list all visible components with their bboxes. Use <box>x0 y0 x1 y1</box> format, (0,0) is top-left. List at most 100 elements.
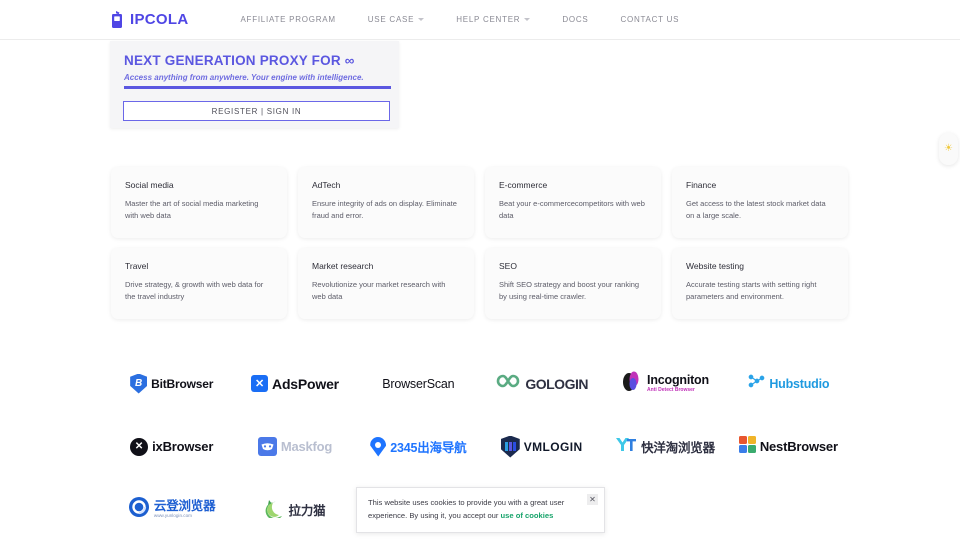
partner-label: Hubstudio <box>769 376 830 391</box>
card-title: Website testing <box>686 261 744 271</box>
partner-label: BrowserScan <box>382 376 455 391</box>
card-market-research[interactable]: Market research Revolutionize your marke… <box>298 248 474 319</box>
partner-subtext: www.yunlogin.com <box>153 513 192 519</box>
main-nav: AFFILIATE PROGRAM USE CASE HELP CENTER D… <box>224 15 695 24</box>
partner-label: AdsPower <box>272 375 339 392</box>
partner-kuaiyangtao[interactable]: 快洋淘浏览器 <box>603 436 726 458</box>
partner-2345[interactable]: 2345出海导航 <box>357 436 480 457</box>
partner-hubstudio[interactable]: Hubstudio <box>727 373 850 394</box>
partner-maskfog[interactable]: Maskfog <box>233 437 356 456</box>
use-case-card-grid: Social media Master the art of social me… <box>111 167 849 319</box>
partner-label: NestBrowser <box>759 439 838 454</box>
nav-item-use-case[interactable]: USE CASE <box>352 15 440 24</box>
hero-subtitle: Access anything from anywhere. Your engi… <box>124 73 364 82</box>
partner-label: GOLOGIN <box>525 375 588 392</box>
partner-ixbrowser[interactable]: ✕ ixBrowser <box>110 437 233 456</box>
page-root: IPCOLA AFFILIATE PROGRAM USE CASE HELP C… <box>0 0 960 540</box>
partner-adspower[interactable]: ✕ AdsPower <box>233 375 356 392</box>
nav-label: USE CASE <box>367 15 415 24</box>
nav-item-help-center[interactable]: HELP CENTER <box>440 15 546 24</box>
partner-row-2: ✕ ixBrowser Maskfog 2345出海导航 VMLOGIN 快洋淘… <box>110 415 850 478</box>
cola-can-icon <box>110 10 125 29</box>
site-header: IPCOLA AFFILIATE PROGRAM USE CASE HELP C… <box>0 0 960 40</box>
card-title: Social media <box>125 180 174 190</box>
card-description: Revolutionize your market research with … <box>312 280 446 301</box>
partner-label: 2345出海导航 <box>390 441 467 455</box>
card-title: Market research <box>312 261 374 271</box>
card-description: Ensure integrity of ads on display. Elim… <box>312 199 457 220</box>
partner-label: ixBrowser <box>152 439 214 454</box>
card-description: Beat your e-commercecompetitors with web… <box>499 199 645 220</box>
card-website-testing[interactable]: Website testing Accurate testing starts … <box>672 248 848 319</box>
nav-label: HELP CENTER <box>456 15 521 24</box>
partner-label: Maskfog <box>280 439 333 454</box>
nav-item-docs[interactable]: DOCS <box>546 15 604 24</box>
partner-label: 快洋淘浏览器 <box>641 441 715 455</box>
square-x-icon: ✕ <box>251 375 269 392</box>
infinity-icon <box>495 373 521 394</box>
register-signin-button[interactable]: REGISTER | SIGN IN <box>123 101 390 121</box>
card-travel[interactable]: Travel Drive strategy, & growth with web… <box>111 248 287 319</box>
card-title: SEO <box>499 261 517 271</box>
partner-incogniton[interactable]: Incogniton Anti Detect Browser <box>603 370 726 397</box>
nav-item-affiliate-program[interactable]: AFFILIATE PROGRAM <box>224 15 351 24</box>
partner-yunlogin[interactable]: 云登浏览器 www.yunlogin.com <box>110 496 233 523</box>
card-social-media[interactable]: Social media Master the art of social me… <box>111 167 287 238</box>
partner-label: BitBrowser <box>151 376 214 391</box>
nav-label: DOCS <box>562 15 589 24</box>
partner-row-1: B BitBrowser ✕ AdsPower BrowserScan GOLO… <box>110 352 850 415</box>
node-graph-icon <box>747 373 765 394</box>
card-seo[interactable]: SEO Shift SEO strategy and boost your ra… <box>485 248 661 319</box>
partner-label-stack: Incogniton Anti Detect Browser <box>647 374 709 394</box>
circle-swirl-icon <box>128 496 150 523</box>
chevron-down-icon <box>418 18 425 21</box>
yt-icon <box>615 436 637 458</box>
nav-label: AFFILIATE PROGRAM <box>240 15 336 24</box>
card-title: Travel <box>125 261 149 271</box>
hero-divider <box>124 86 391 89</box>
card-title: Finance <box>686 180 717 190</box>
partner-label: 拉力猫 <box>288 504 326 518</box>
partner-tagline: Anti Detect Browser <box>647 387 695 394</box>
chevron-down-icon <box>524 18 531 21</box>
card-description: Shift SEO strategy and boost your rankin… <box>499 280 640 301</box>
blocks-icon <box>738 435 756 458</box>
partner-nestbrowser[interactable]: NestBrowser <box>727 435 850 458</box>
partner-lalimao[interactable]: 拉力猫 <box>233 497 356 523</box>
cat-icon <box>265 497 285 523</box>
brand-name: IPCOLA <box>130 11 189 28</box>
card-description: Master the art of social media marketing… <box>125 199 259 220</box>
partner-bitbrowser[interactable]: B BitBrowser <box>110 373 233 394</box>
map-pin-icon <box>370 436 387 457</box>
partner-browserscan[interactable]: BrowserScan <box>357 377 480 391</box>
partner-label: 云登浏览器 <box>153 498 216 513</box>
card-title: AdTech <box>312 180 341 190</box>
partner-label-stack: 云登浏览器 www.yunlogin.com <box>154 500 216 519</box>
nav-label: CONTACT US <box>620 15 680 24</box>
brand-logo[interactable]: IPCOLA <box>110 10 189 29</box>
nav-item-contact-us[interactable]: CONTACT US <box>604 15 695 24</box>
close-icon[interactable]: ✕ <box>587 494 598 505</box>
card-description: Get access to the latest stock market da… <box>686 199 826 220</box>
sun-brightness-icon: ☀ <box>944 143 953 154</box>
brightness-toggle-widget[interactable]: ☀ <box>939 133 958 165</box>
use-of-cookies-link[interactable]: use of cookies <box>501 511 554 520</box>
mask-icon <box>257 437 277 456</box>
hero-content: NEXT GENERATION PROXY FOR ∞ Access anyth… <box>110 41 399 89</box>
cookie-message: This website uses cookies to provide you… <box>368 497 593 522</box>
circle-x-icon: ✕ <box>130 437 149 456</box>
partner-vmlogin[interactable]: VMLOGIN <box>480 435 603 458</box>
hero-banner: NEXT GENERATION PROXY FOR ∞ Access anyth… <box>110 41 399 128</box>
card-finance[interactable]: Finance Get access to the latest stock m… <box>672 167 848 238</box>
partner-gologin[interactable]: GOLOGIN <box>480 373 603 394</box>
card-description: Accurate testing starts with setting rig… <box>686 280 817 301</box>
card-title: E-commerce <box>499 180 548 190</box>
hero-title: NEXT GENERATION PROXY FOR ∞ <box>124 53 355 68</box>
card-e-commerce[interactable]: E-commerce Beat your e-commercecompetito… <box>485 167 661 238</box>
partner-label: Incogniton <box>647 372 709 387</box>
card-adtech[interactable]: AdTech Ensure integrity of ads on displa… <box>298 167 474 238</box>
partner-label: VMLOGIN <box>523 439 583 454</box>
shield-b-icon: B <box>130 373 148 394</box>
card-description: Drive strategy, & growth with web data f… <box>125 280 264 301</box>
cookie-consent-banner: This website uses cookies to provide you… <box>356 487 605 533</box>
